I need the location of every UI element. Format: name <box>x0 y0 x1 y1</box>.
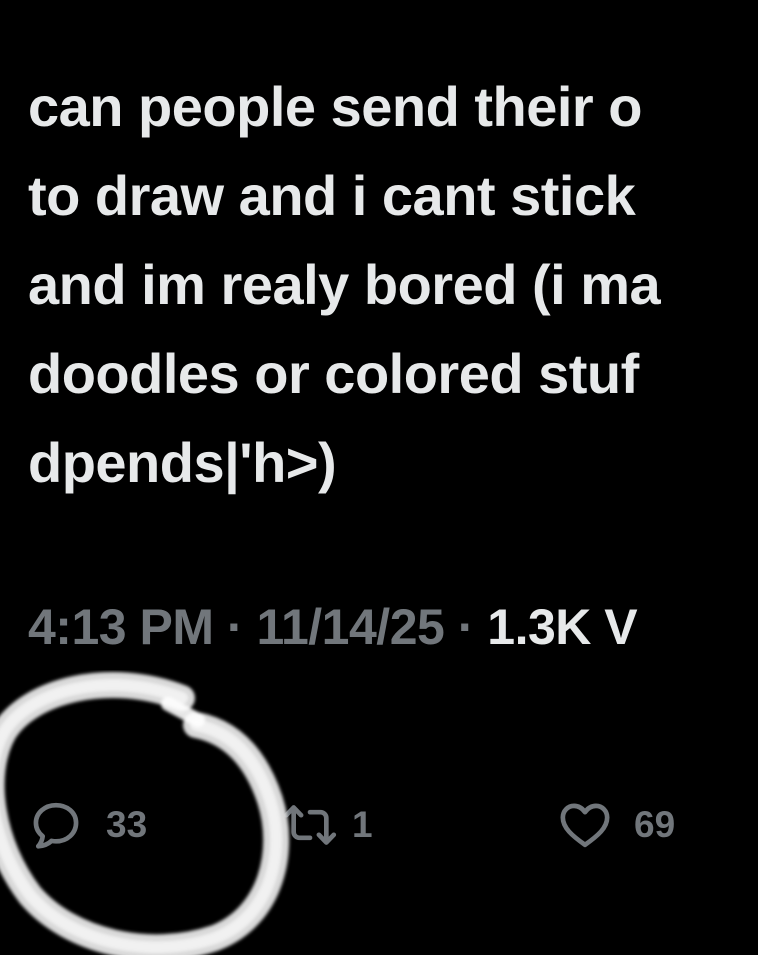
tweet-text-line: doodles or colored stuf <box>28 342 639 405</box>
repost-icon <box>282 797 338 853</box>
views-count[interactable]: 1.3K V <box>487 599 637 655</box>
tweet-text-line: and im realy bored (i ma <box>28 253 661 316</box>
tweet-text: can people send their o to draw and i ca… <box>28 62 758 507</box>
tweet-meta: 4:13 PM · 11/14/25 · 1.3K V <box>28 597 758 657</box>
like-count: 69 <box>634 804 676 845</box>
tweet-text-line: to draw and i cant stick <box>28 164 636 227</box>
reply-button[interactable]: 33 <box>28 790 147 860</box>
tweet-date[interactable]: 11/14/25 <box>256 599 444 655</box>
tweet-text-line: dpends|'h>) <box>28 431 337 494</box>
meta-separator: · <box>226 599 244 655</box>
heart-icon <box>556 797 614 853</box>
tweet-time[interactable]: 4:13 PM <box>28 599 214 655</box>
meta-separator: · <box>457 599 475 655</box>
reply-count: 33 <box>106 804 148 845</box>
reply-icon <box>28 797 84 853</box>
repost-button[interactable]: 1 <box>282 790 373 860</box>
repost-count: 1 <box>352 804 373 845</box>
like-button[interactable]: 69 <box>556 790 675 860</box>
action-bar: 33 1 69 <box>0 790 758 870</box>
tweet-text-line: can people send their o <box>28 75 642 138</box>
tweet-detail: can people send their o to draw and i ca… <box>0 0 758 955</box>
